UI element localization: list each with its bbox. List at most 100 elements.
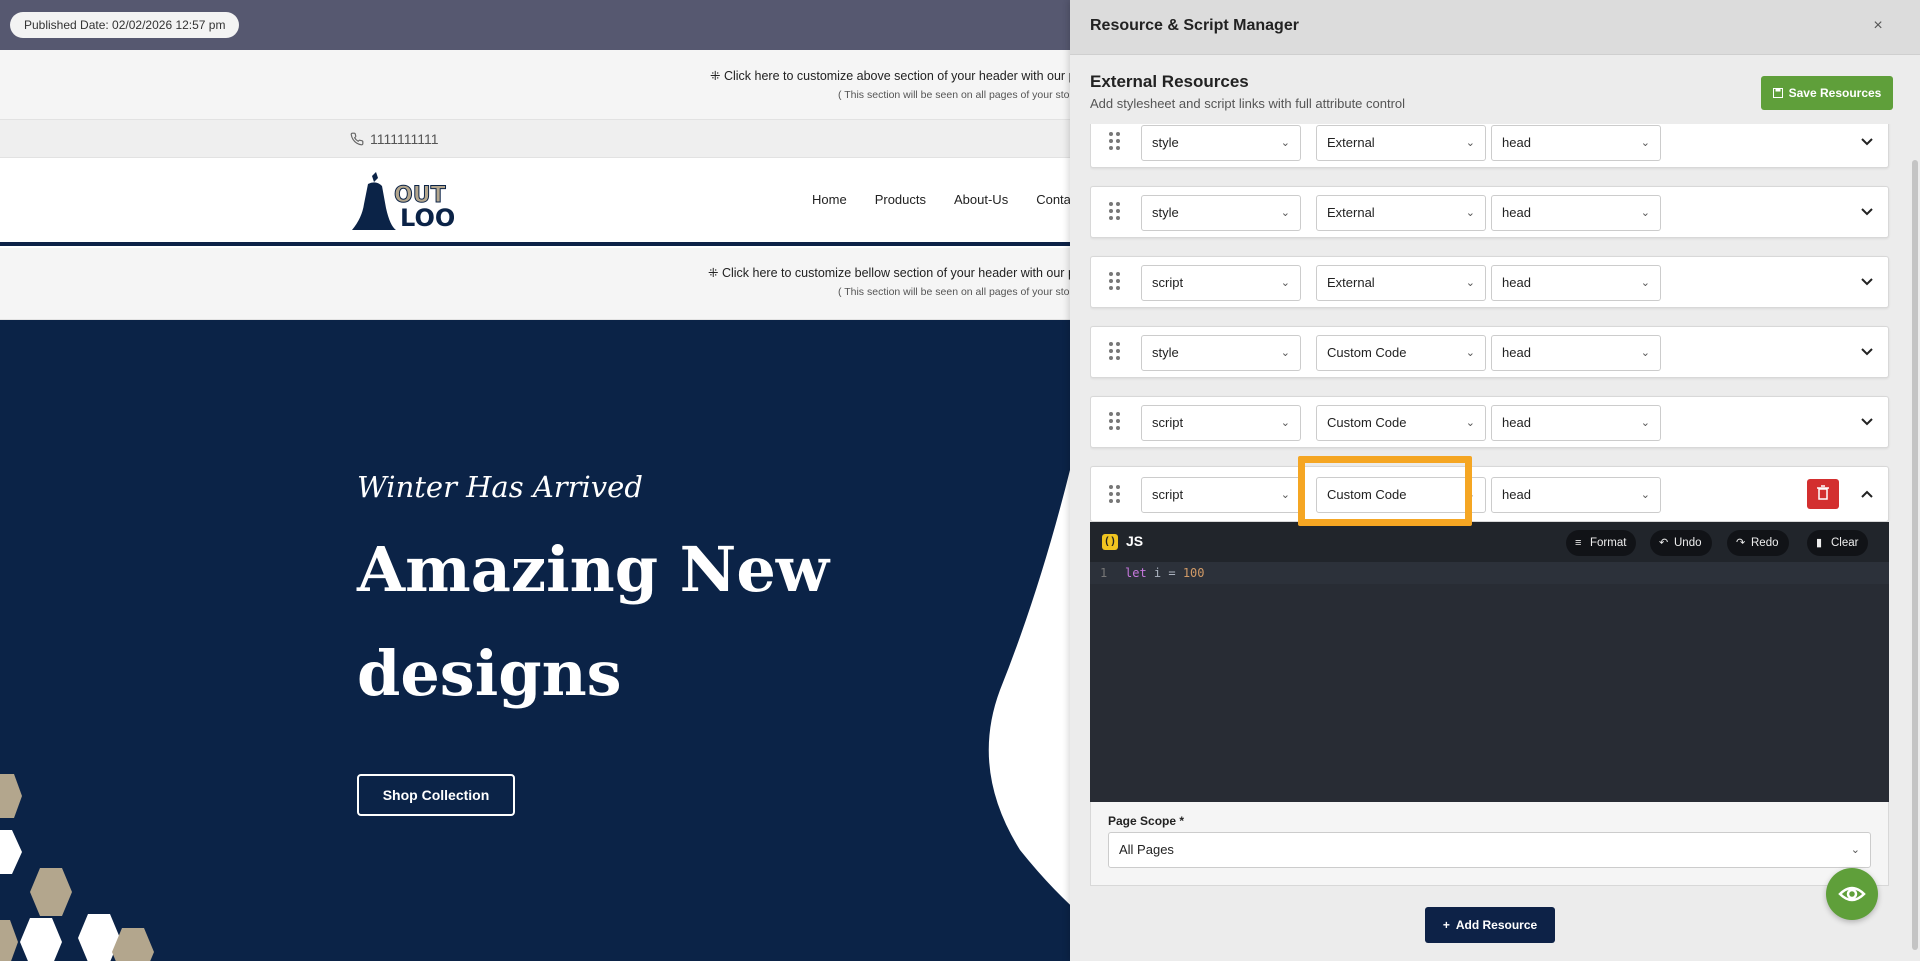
drag-handle-icon[interactable] [1109, 132, 1123, 152]
resource-location-value: head [1502, 275, 1531, 290]
chevron-down-icon: ⌄ [1465, 277, 1475, 289]
resource-row-expanded: script ⌄ Custom Code ⌄ head ⌄ [1090, 466, 1889, 522]
resource-source-value: Custom Code [1327, 415, 1407, 430]
drag-handle-icon[interactable] [1109, 342, 1123, 362]
resource-row: style ⌄ Custom Code ⌄ head ⌄ [1090, 326, 1889, 378]
redo-button[interactable]: ↷ Redo [1727, 530, 1789, 556]
code-line[interactable]: 1 let i = 100 [1090, 562, 1889, 584]
customize-above-note: ( This section will be seen on all pages… [838, 89, 1074, 101]
expand-chevron-icon[interactable] [1857, 201, 1877, 221]
expand-chevron-icon[interactable] [1857, 131, 1877, 151]
hero-banner: Winter Has Arrived Amazing New designs S… [0, 320, 1070, 961]
outlook-logo[interactable]: OUT LOOK [350, 168, 454, 232]
resource-type-select[interactable]: script ⌄ [1141, 405, 1301, 441]
collapse-chevron-icon[interactable] [1857, 485, 1877, 505]
resource-type-select[interactable]: script ⌄ [1141, 265, 1301, 301]
format-label: Format [1590, 537, 1627, 549]
resource-source-select[interactable]: External ⌄ [1316, 125, 1486, 161]
save-resources-button[interactable]: Save Resources [1761, 76, 1893, 110]
format-button[interactable]: ≡ Format [1566, 530, 1637, 556]
code-text: let i = 100 [1125, 562, 1205, 584]
resource-source-select[interactable]: External ⌄ [1316, 265, 1486, 301]
nav-about-us[interactable]: About-Us [954, 192, 1008, 207]
resource-source-value: External [1327, 275, 1375, 290]
chevron-down-icon: ⌄ [1640, 489, 1650, 501]
phone-bar: 1111111111 [0, 120, 1070, 158]
phone-icon [350, 132, 364, 146]
resource-source-select[interactable]: Custom Code ⌄ [1316, 405, 1486, 441]
chevron-down-icon: ⌄ [1465, 137, 1475, 149]
resource-row: script ⌄ External ⌄ head ⌄ [1090, 256, 1889, 308]
clear-label: Clear [1831, 537, 1859, 549]
focus-highlight-box [1298, 456, 1472, 526]
save-icon [1772, 88, 1783, 98]
plus-icon: + [1442, 918, 1450, 932]
redo-icon: ↷ [1736, 537, 1746, 549]
close-icon[interactable]: × [1868, 16, 1888, 36]
expand-chevron-icon[interactable] [1857, 341, 1877, 361]
resource-type-select[interactable]: style ⌄ [1141, 335, 1301, 371]
nav-home[interactable]: Home [812, 192, 847, 207]
chevron-down-icon: ⌄ [1640, 277, 1650, 289]
published-date-badge: Published Date: 02/02/2026 12:57 pm [10, 12, 240, 38]
resource-source-select[interactable]: Custom Code ⌄ [1316, 335, 1486, 371]
resource-location-value: head [1502, 205, 1531, 220]
nav-contact[interactable]: Conta [1036, 192, 1071, 207]
js-language-icon: ( ) [1102, 534, 1118, 550]
site-navbar: OUT LOOK Home Products About-Us Conta [0, 158, 1071, 246]
resource-location-select[interactable]: head ⌄ [1491, 125, 1661, 161]
preview-eye-button[interactable] [1826, 868, 1878, 920]
panel-header: Resource & Script Manager × [1070, 0, 1920, 55]
header-above-customize-band[interactable]: ⁜ Click here to customize above section … [0, 50, 1076, 120]
add-resource-button[interactable]: + Add Resource [1425, 907, 1555, 943]
chevron-down-icon: ⌄ [1465, 207, 1475, 219]
chevron-down-icon: ⌄ [1640, 347, 1650, 359]
section-title: External Resources [1090, 72, 1249, 91]
resource-type-select[interactable]: style ⌄ [1141, 125, 1301, 161]
resource-location-select[interactable]: head ⌄ [1491, 195, 1661, 231]
resource-type-select[interactable]: script ⌄ [1141, 477, 1301, 513]
expand-chevron-icon[interactable] [1857, 411, 1877, 431]
section-subtitle: Add stylesheet and script links with ful… [1090, 96, 1406, 111]
resource-location-select[interactable]: head ⌄ [1491, 265, 1661, 301]
page-scope-value: All Pages [1119, 842, 1174, 857]
chevron-down-icon: ⌄ [1465, 347, 1475, 359]
hero-white-shape [988, 470, 1070, 905]
resource-type-select[interactable]: style ⌄ [1141, 195, 1301, 231]
expand-chevron-icon[interactable] [1857, 271, 1877, 291]
customize-below-note: ( This section will be seen on all pages… [838, 286, 1074, 298]
page-scope-label: Page Scope * [1108, 814, 1185, 828]
undo-icon: ↶ [1659, 537, 1669, 549]
drag-handle-icon[interactable] [1109, 202, 1123, 222]
delete-resource-button[interactable] [1807, 479, 1839, 509]
drag-handle-icon[interactable] [1109, 272, 1123, 292]
chevron-down-icon: ⌄ [1280, 347, 1290, 359]
header-below-customize-band[interactable]: ⁜ Click here to customize bellow section… [0, 248, 1075, 320]
chevron-down-icon: ⌄ [1465, 417, 1475, 429]
page-scope-select[interactable]: All Pages ⌄ [1108, 832, 1871, 868]
panel-scrollbar[interactable] [1912, 160, 1918, 950]
clear-button[interactable]: ▮ Clear [1807, 530, 1869, 556]
undo-label: Undo [1674, 537, 1702, 549]
undo-button[interactable]: ↶ Undo [1650, 530, 1712, 556]
drag-handle-icon[interactable] [1109, 412, 1123, 432]
resource-location-select[interactable]: head ⌄ [1491, 405, 1661, 441]
resource-source-select[interactable]: External ⌄ [1316, 195, 1486, 231]
drag-handle-icon[interactable] [1109, 485, 1123, 505]
format-icon: ≡ [1575, 537, 1582, 549]
clipboard-icon: ▮ [1816, 537, 1823, 549]
phone-contact: 1111111111 [350, 131, 439, 147]
customize-above-text[interactable]: ⁜ Click here to customize above section … [710, 68, 1076, 83]
customize-below-text[interactable]: ⁜ Click here to customize bellow section… [708, 265, 1075, 280]
shop-collection-button[interactable]: Shop Collection [357, 774, 515, 816]
resource-source-value: Custom Code [1327, 345, 1407, 360]
code-keyword: let [1125, 566, 1147, 580]
resource-list: style ⌄ External ⌄ head ⌄ style ⌄ External ⌄ … [1090, 124, 1910, 961]
code-number: 100 [1182, 566, 1205, 580]
trash-icon [1817, 485, 1829, 500]
nav-products[interactable]: Products [875, 192, 926, 207]
resource-row: style ⌄ External ⌄ head ⌄ [1090, 186, 1889, 238]
editor-language-label: JS [1126, 533, 1144, 549]
resource-location-select[interactable]: head ⌄ [1491, 477, 1661, 513]
resource-location-select[interactable]: head ⌄ [1491, 335, 1661, 371]
